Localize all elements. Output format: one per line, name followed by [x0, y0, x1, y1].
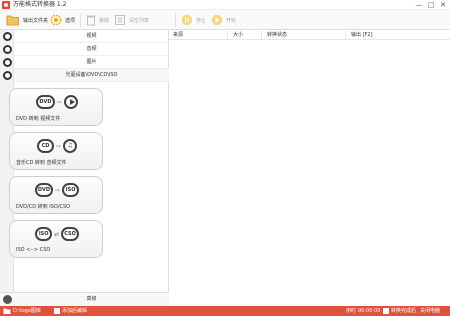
- disc-to-iso-card[interactable]: DVD ⇨ ISO DVD/CD 转到 ISO/CSO: [9, 176, 103, 214]
- audio-category-icon[interactable]: [3, 45, 12, 54]
- disc-to-iso-art: DVD ⇨ ISO: [34, 181, 80, 199]
- play-icon: [63, 95, 78, 109]
- cd-to-audio-art: CD ⇨ ♫: [34, 137, 80, 155]
- advanced-bar[interactable]: 高级: [0, 292, 169, 306]
- advanced-icon: [3, 295, 12, 304]
- clear-list-label: 清空列表: [129, 17, 150, 24]
- cso-badge: CSO: [61, 227, 79, 241]
- disc-to-iso-label: DVD/CD 转到 ISO/CSO: [16, 204, 71, 210]
- elapsed-time: 00:00:00: [358, 308, 381, 314]
- window-title: 万能格式转换器 1.2: [13, 1, 67, 8]
- shutdown-option[interactable]: 关闭电脑: [420, 306, 440, 316]
- options-label: 选项: [65, 17, 76, 24]
- dvd-badge: DVD: [36, 95, 55, 109]
- stop-label: 停止: [196, 17, 207, 24]
- link-icon: ⇨: [55, 186, 61, 194]
- output-path[interactable]: D:\logo图库: [13, 306, 41, 316]
- iso-badge: ISO: [62, 183, 80, 197]
- iso-cso-art: ISO ⇄ CSO: [34, 225, 80, 243]
- category-picture[interactable]: 图片: [14, 56, 169, 69]
- function-panel: 视频 音频 图片 光驱设备\DVD\CD\ISO DVD ⇨ DVD 转到 视频…: [0, 30, 169, 306]
- swap-arrows-icon: ⇄: [54, 230, 60, 238]
- close-button[interactable]: ✕: [437, 0, 449, 10]
- link-icon: ⇨: [55, 142, 62, 150]
- output-folder-label: 输出文件夹: [23, 17, 49, 24]
- dvd-to-video-card[interactable]: DVD ⇨ DVD 转到 视频文件: [9, 88, 103, 126]
- remove-button[interactable]: 移除: [86, 13, 109, 27]
- clear-list-button[interactable]: 清空列表: [114, 13, 149, 27]
- remove-label: 移除: [99, 17, 110, 24]
- edit-after-add-label: 添加后编辑: [62, 308, 88, 314]
- file-list[interactable]: 来源 大小 转换状态 输出 [F2]: [169, 30, 450, 306]
- after-convert-label: 转换完成后: [391, 308, 417, 314]
- toolbar: 输出文件夹 选项 移除 清空列表 停止 开始: [0, 10, 450, 30]
- column-divider: [345, 31, 346, 39]
- column-divider: [261, 31, 262, 39]
- dvd-badge: DVD: [34, 183, 54, 197]
- category-audio[interactable]: 音频: [14, 43, 169, 56]
- gear-icon: [50, 14, 62, 26]
- column-status[interactable]: 转换状态: [267, 30, 287, 40]
- trash-icon: [86, 15, 96, 26]
- picture-category-icon[interactable]: [3, 58, 12, 67]
- advanced-label: 高级: [86, 296, 97, 302]
- cd-to-audio-card[interactable]: CD ⇨ ♫ 音乐CD 转到 音频文件: [9, 132, 103, 170]
- disc-category-icon[interactable]: [3, 71, 12, 80]
- link-icon: ⇨: [56, 98, 62, 106]
- title-bar: 万能格式转换器 1.2 — □ ✕: [0, 0, 450, 10]
- iso-cso-label: ISO <--> CSO: [16, 247, 51, 253]
- column-output[interactable]: 输出 [F2]: [351, 30, 373, 40]
- after-convert-checkbox[interactable]: [383, 308, 389, 314]
- output-folder-button[interactable]: 输出文件夹: [6, 13, 48, 27]
- column-divider: [227, 31, 228, 39]
- music-note-icon: ♫: [63, 139, 78, 153]
- folder-icon: [3, 308, 11, 314]
- cd-to-audio-label: 音乐CD 转到 音频文件: [16, 160, 67, 166]
- toolbar-divider: [175, 13, 176, 27]
- clear-list-icon: [115, 15, 125, 25]
- app-logo-icon: [2, 1, 10, 9]
- dvd-to-video-label: DVD 转到 视频文件: [16, 116, 61, 122]
- folder-icon: [6, 15, 19, 26]
- start-label: 开始: [226, 17, 237, 24]
- category-rom-device[interactable]: 光驱设备\DVD\CD\ISO: [14, 69, 169, 82]
- stop-button[interactable]: 停止: [181, 13, 206, 27]
- status-bar: D:\logo图库 添加后编辑 用时 00:00:00 转换完成后 关闭电脑: [0, 306, 450, 316]
- cd-badge: CD: [36, 139, 54, 153]
- dvd-to-video-art: DVD ⇨: [34, 93, 80, 111]
- play-icon: [211, 14, 223, 26]
- elapsed-label: 用时: [346, 308, 357, 314]
- options-button[interactable]: 选项: [50, 13, 75, 27]
- iso-badge: ISO: [35, 227, 53, 241]
- maximize-button[interactable]: □: [425, 0, 437, 10]
- video-category-icon[interactable]: [3, 32, 12, 41]
- toolbar-divider: [80, 13, 81, 27]
- column-source[interactable]: 来源: [173, 30, 183, 40]
- list-header: 来源 大小 转换状态 输出 [F2]: [169, 30, 450, 40]
- column-size[interactable]: 大小: [233, 30, 243, 40]
- pause-icon: [181, 14, 193, 26]
- iso-cso-card[interactable]: ISO ⇄ CSO ISO <--> CSO: [9, 220, 103, 258]
- edit-after-add-checkbox[interactable]: [54, 308, 60, 314]
- start-button[interactable]: 开始: [211, 13, 236, 27]
- category-video[interactable]: 视频: [14, 30, 169, 43]
- minimize-button[interactable]: —: [413, 0, 425, 10]
